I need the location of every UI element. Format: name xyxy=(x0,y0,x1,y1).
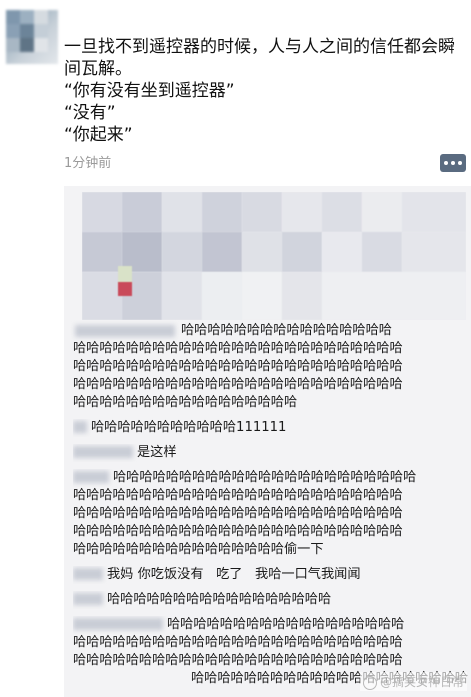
post-timestamp: 1分钟前 xyxy=(64,156,112,171)
comment-line: 哈哈哈哈哈哈哈哈哈哈哈哈哈哈哈哈哈 xyxy=(73,591,468,609)
comment-line: 哈哈哈哈哈哈哈哈哈哈哈哈哈哈哈哈哈哈哈哈哈哈哈哈哈 xyxy=(73,524,403,539)
comment-item[interactable]: 我妈 你吃饭没有 吃了 我哈一口气我闻闻 xyxy=(73,566,468,584)
comment-line: 哈哈哈哈哈哈哈哈哈哈哈哈哈哈哈哈哈哈哈哈哈哈哈哈哈 xyxy=(73,377,403,392)
comment-item[interactable]: 哈哈哈哈哈哈哈哈哈哈哈哈哈哈哈哈 哈哈哈哈哈哈哈哈哈哈哈哈哈哈哈哈哈哈哈哈哈哈哈… xyxy=(73,322,468,412)
blurred-username[interactable] xyxy=(73,421,87,433)
comment-line: 哈哈哈哈哈哈哈哈哈哈哈哈哈哈哈哈哈哈哈哈哈哈哈哈哈 xyxy=(73,635,403,650)
comment-item[interactable]: 哈哈哈哈哈哈哈哈哈哈哈哈哈哈哈哈哈哈哈哈哈哈哈 哈哈哈哈哈哈哈哈哈哈哈哈哈哈哈哈… xyxy=(73,469,468,559)
weibo-icon xyxy=(362,675,377,690)
comment-item[interactable]: 是这样 xyxy=(73,444,468,462)
more-options-button[interactable] xyxy=(440,154,466,172)
post-text: 一旦找不到遥控器的时候，人与人之间的信任都会瞬 间瓦解。 “你有没有坐到遥控器”… xyxy=(64,36,464,146)
avatar[interactable] xyxy=(6,10,58,64)
comment-line: 哈哈哈哈哈哈哈哈哈哈哈哈哈哈哈哈哈哈 xyxy=(73,616,468,634)
blurred-link-card[interactable] xyxy=(82,192,466,320)
comment-item[interactable]: 哈哈哈哈哈哈哈哈哈哈哈哈哈哈哈哈哈 xyxy=(73,591,468,609)
watermark: @搞笑女神日常 xyxy=(359,672,467,691)
comment-line: 哈哈哈哈哈哈哈哈哈哈哈哈哈哈哈哈哈哈哈哈哈哈哈 xyxy=(73,469,468,487)
comment-line: 哈哈哈哈哈哈哈哈哈哈哈哈哈哈哈哈哈哈哈哈哈哈哈哈哈 xyxy=(73,506,403,521)
comment-line: 哈哈哈哈哈哈哈哈哈哈哈111111 xyxy=(73,419,468,437)
comment-line: 哈哈哈哈哈哈哈哈哈哈哈哈哈哈哈哈哈哈哈哈哈哈哈哈哈 xyxy=(73,359,403,374)
comment-line: 我妈 你吃饭没有 吃了 我哈一口气我闻闻 xyxy=(73,566,468,584)
blurred-username[interactable] xyxy=(73,471,109,483)
comment-line: 哈哈哈哈哈哈哈哈哈哈哈哈哈哈哈哈哈哈哈哈哈哈哈哈哈 xyxy=(73,653,403,668)
dot-icon xyxy=(458,161,462,165)
blurred-username[interactable] xyxy=(75,325,175,337)
comment-line: 哈哈哈哈哈哈哈哈哈哈哈哈哈哈哈哈哈 xyxy=(73,395,298,410)
blurred-username[interactable] xyxy=(73,446,133,458)
comment-line: 哈哈哈哈哈哈哈哈哈哈哈哈哈哈哈哈偷一下 xyxy=(73,542,324,557)
blurred-username[interactable] xyxy=(73,618,163,630)
dot-icon xyxy=(444,161,448,165)
dot-icon xyxy=(451,161,455,165)
comment-list: 哈哈哈哈哈哈哈哈哈哈哈哈哈哈哈哈 哈哈哈哈哈哈哈哈哈哈哈哈哈哈哈哈哈哈哈哈哈哈哈… xyxy=(73,322,468,695)
post-text-line: 一旦找不到遥控器的时候，人与人之间的信任都会瞬 xyxy=(64,37,455,57)
blurred-username[interactable] xyxy=(73,593,103,605)
comment-line: 是这样 xyxy=(73,444,468,462)
post-text-line: “你有没有坐到遥控器” xyxy=(64,81,235,101)
comment-line: 哈哈哈哈哈哈哈哈哈哈哈哈哈哈哈哈哈哈哈哈哈哈哈哈哈 xyxy=(73,341,403,356)
post-text-line: “你起来” xyxy=(64,125,133,145)
post-text-line: 间瓦解。 xyxy=(64,59,132,79)
comment-line: 哈哈哈哈哈哈哈哈哈哈哈哈哈哈哈哈哈哈哈哈哈哈哈哈哈 xyxy=(73,488,403,503)
comment-item[interactable]: 哈哈哈哈哈哈哈哈哈哈哈111111 xyxy=(73,419,468,437)
post-text-line: “没有” xyxy=(64,103,116,123)
watermark-text: @搞笑女神日常 xyxy=(379,675,464,689)
blurred-username[interactable] xyxy=(73,568,103,580)
